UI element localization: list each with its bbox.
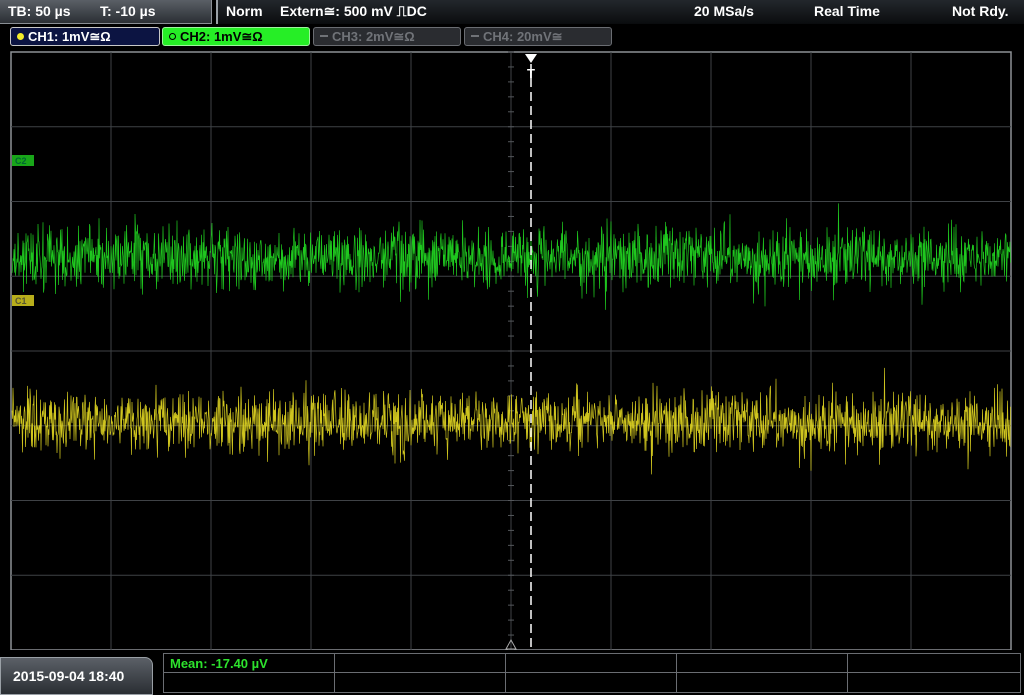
measurement-cell-6 [164,673,335,692]
channel-3-indicator-icon [320,35,328,37]
channel-4-indicator-icon [471,35,479,37]
channel-4-label: CH4: 20mV≅ [483,29,563,44]
top-status-bar: TB: 50 µs T: -10 µs Norm Extern≅: 500 mV… [0,0,1024,26]
channel-4-tab[interactable]: CH4: 20mV≅ [464,27,612,46]
channel-tabs: CH1: 1mV≅Ω CH2: 1mV≅Ω CH3: 2mV≅Ω CH4: 20… [0,26,1024,48]
acquisition-status-strip: Norm Extern≅: 500 mV ⎍DC 20 MSa/s Real T… [216,0,1024,24]
mean-measurement: Mean: -17.40 µV [170,656,268,671]
waveform-display[interactable]: T C2 C1 [0,50,1024,650]
bottom-bar: 2015-09-04 18:40 Mean: -17.40 µV [0,651,1024,695]
channel-2-level-marker[interactable]: C2 [12,155,34,166]
channel-1-marker-label: C1 [15,296,27,306]
trigger-mode[interactable]: Norm [226,3,263,19]
channel-1-tab[interactable]: CH1: 1mV≅Ω [10,27,160,46]
timebase-box[interactable]: TB: 50 µs T: -10 µs [0,0,212,24]
trigger-source[interactable]: Extern≅: 500 mV ⎍DC [280,3,427,20]
measurement-cell-4 [677,654,848,673]
channel-1-indicator-icon [17,33,24,40]
measurement-cell-2 [335,654,506,673]
acquisition-mode: Real Time [814,3,880,19]
trigger-time-label: T: -10 µs [100,3,156,19]
channel-3-label: CH3: 2mV≅Ω [332,29,415,44]
measurement-cell-7 [335,673,506,692]
sample-rate: 20 MSa/s [694,3,754,19]
channel-1-label: CH1: 1mV≅Ω [28,29,111,44]
channel-2-label: CH2: 1mV≅Ω [180,29,263,44]
trigger-marker-label: T [527,66,535,81]
channel-2-indicator-icon [169,33,176,40]
channel-1-level-marker[interactable]: C1 [12,295,34,306]
channel-3-tab[interactable]: CH3: 2mV≅Ω [313,27,461,46]
measurement-cell-1: Mean: -17.40 µV [164,654,335,673]
acquisition-state: Not Rdy. [952,3,1009,19]
channel-2-marker-label: C2 [15,156,27,166]
measurement-cell-8 [506,673,677,692]
measurement-cell-10 [848,673,1020,692]
measurement-cell-3 [506,654,677,673]
timebase-label: TB: 50 µs [8,3,71,19]
datetime-box: 2015-09-04 18:40 [0,657,153,695]
datetime-label: 2015-09-04 18:40 [13,668,125,684]
channel-2-tab[interactable]: CH2: 1mV≅Ω [162,27,310,46]
measurement-panel[interactable]: Mean: -17.40 µV [163,653,1021,693]
measurement-cell-9 [677,673,848,692]
measurement-cell-5 [848,654,1020,673]
